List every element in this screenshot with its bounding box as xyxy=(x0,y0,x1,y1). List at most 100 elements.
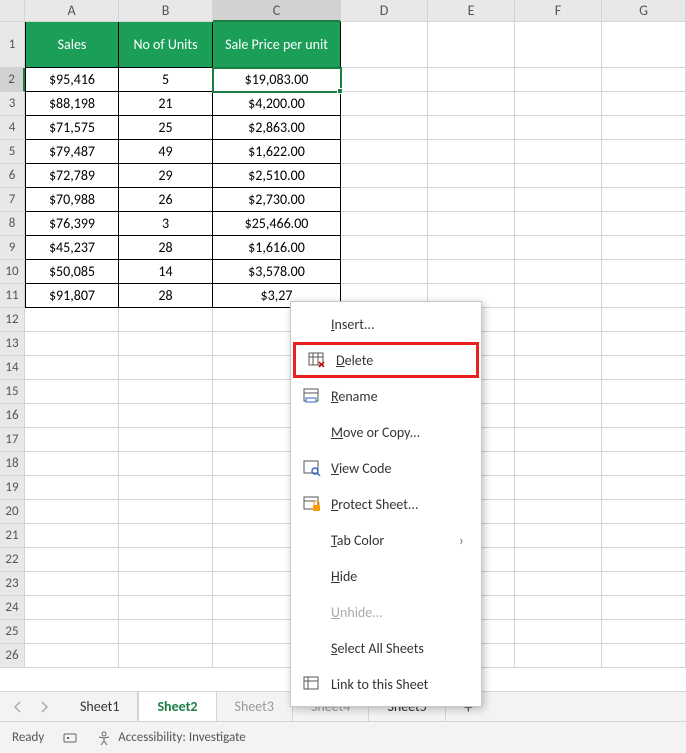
tab-next-button[interactable] xyxy=(34,697,54,717)
cell-F15[interactable] xyxy=(515,380,602,404)
header-units[interactable]: No of Units xyxy=(119,22,213,68)
row-header-25[interactable]: 25 xyxy=(0,620,25,644)
row-header-2[interactable]: 2 xyxy=(0,68,25,92)
cell-F3[interactable] xyxy=(515,92,602,116)
cell-D5[interactable] xyxy=(341,140,428,164)
cell-A5[interactable]: $79,487 xyxy=(25,140,119,164)
cell-G24[interactable] xyxy=(602,596,686,620)
cell-C6[interactable]: $2,510.00 xyxy=(213,164,341,188)
cell-G20[interactable] xyxy=(602,500,686,524)
cell-B26[interactable] xyxy=(119,644,213,668)
menu-item-tab-color[interactable]: Tab Color› xyxy=(291,522,481,558)
cell-D1[interactable] xyxy=(341,22,428,68)
cell-A19[interactable] xyxy=(25,476,119,500)
row-header-20[interactable]: 20 xyxy=(0,500,25,524)
macro-recorder-icon[interactable] xyxy=(62,730,78,746)
cell-A12[interactable] xyxy=(25,308,119,332)
col-header-C[interactable]: C xyxy=(213,0,341,22)
cell-A15[interactable] xyxy=(25,380,119,404)
cell-C10[interactable]: $3,578.00 xyxy=(213,260,341,284)
cell-A22[interactable] xyxy=(25,548,119,572)
cell-E5[interactable] xyxy=(428,140,515,164)
cell-B19[interactable] xyxy=(119,476,213,500)
cell-E8[interactable] xyxy=(428,212,515,236)
cell-A25[interactable] xyxy=(25,620,119,644)
tab-sheet2[interactable]: Sheet2 xyxy=(138,691,216,721)
cell-B3[interactable]: 21 xyxy=(119,92,213,116)
cell-G3[interactable] xyxy=(602,92,686,116)
cell-G15[interactable] xyxy=(602,380,686,404)
cell-B18[interactable] xyxy=(119,452,213,476)
cell-B16[interactable] xyxy=(119,404,213,428)
cell-A18[interactable] xyxy=(25,452,119,476)
cell-G1[interactable] xyxy=(602,22,686,68)
cell-B22[interactable] xyxy=(119,548,213,572)
cell-A24[interactable] xyxy=(25,596,119,620)
cell-G8[interactable] xyxy=(602,212,686,236)
cell-B15[interactable] xyxy=(119,380,213,404)
cell-D8[interactable] xyxy=(341,212,428,236)
cell-F25[interactable] xyxy=(515,620,602,644)
menu-item-move-or-copy[interactable]: Move or Copy... xyxy=(291,414,481,450)
cell-A10[interactable]: $50,085 xyxy=(25,260,119,284)
cell-A21[interactable] xyxy=(25,524,119,548)
cell-G7[interactable] xyxy=(602,188,686,212)
header-price[interactable]: Sale Price per unit xyxy=(213,22,341,68)
cell-D9[interactable] xyxy=(341,236,428,260)
cell-A26[interactable] xyxy=(25,644,119,668)
menu-item-insert[interactable]: Insert... xyxy=(291,306,481,342)
col-header-B[interactable]: B xyxy=(119,0,213,22)
row-header-19[interactable]: 19 xyxy=(0,476,25,500)
cell-G6[interactable] xyxy=(602,164,686,188)
cell-A8[interactable]: $76,399 xyxy=(25,212,119,236)
row-header-26[interactable]: 26 xyxy=(0,644,25,668)
cell-A4[interactable]: $71,575 xyxy=(25,116,119,140)
cell-B13[interactable] xyxy=(119,332,213,356)
menu-item-link-to-this-sheet[interactable]: Link to this Sheet xyxy=(291,666,481,702)
cell-G13[interactable] xyxy=(602,332,686,356)
cell-F26[interactable] xyxy=(515,644,602,668)
cell-C7[interactable]: $2,730.00 xyxy=(213,188,341,212)
row-header-15[interactable]: 15 xyxy=(0,380,25,404)
cell-B23[interactable] xyxy=(119,572,213,596)
cell-D7[interactable] xyxy=(341,188,428,212)
menu-item-hide[interactable]: Hide xyxy=(291,558,481,594)
cell-G5[interactable] xyxy=(602,140,686,164)
cell-F24[interactable] xyxy=(515,596,602,620)
cell-E7[interactable] xyxy=(428,188,515,212)
cell-B9[interactable]: 28 xyxy=(119,236,213,260)
row-header-23[interactable]: 23 xyxy=(0,572,25,596)
cell-B10[interactable]: 14 xyxy=(119,260,213,284)
menu-item-select-all-sheets[interactable]: Select All Sheets xyxy=(291,630,481,666)
cell-F8[interactable] xyxy=(515,212,602,236)
cell-G19[interactable] xyxy=(602,476,686,500)
cell-B12[interactable] xyxy=(119,308,213,332)
cell-F20[interactable] xyxy=(515,500,602,524)
cell-C3[interactable]: $4,200.00 xyxy=(213,92,341,116)
col-header-E[interactable]: E xyxy=(428,0,515,22)
cell-E3[interactable] xyxy=(428,92,515,116)
header-sales[interactable]: Sales xyxy=(25,22,119,68)
cell-E4[interactable] xyxy=(428,116,515,140)
row-header-14[interactable]: 14 xyxy=(0,356,25,380)
cell-B11[interactable]: 28 xyxy=(119,284,213,308)
row-header-8[interactable]: 8 xyxy=(0,212,25,236)
cell-D4[interactable] xyxy=(341,116,428,140)
cell-F22[interactable] xyxy=(515,548,602,572)
cell-E2[interactable] xyxy=(428,68,515,92)
cell-B5[interactable]: 49 xyxy=(119,140,213,164)
cell-B8[interactable]: 3 xyxy=(119,212,213,236)
cell-A2[interactable]: $95,416 xyxy=(25,68,119,92)
cell-B2[interactable]: 5 xyxy=(119,68,213,92)
cell-A3[interactable]: $88,198 xyxy=(25,92,119,116)
col-header-F[interactable]: F xyxy=(515,0,602,22)
tab-prev-button[interactable] xyxy=(8,697,28,717)
row-header-22[interactable]: 22 xyxy=(0,548,25,572)
cell-E6[interactable] xyxy=(428,164,515,188)
cell-G22[interactable] xyxy=(602,548,686,572)
cell-A17[interactable] xyxy=(25,428,119,452)
cell-F14[interactable] xyxy=(515,356,602,380)
cell-G18[interactable] xyxy=(602,452,686,476)
cell-C2[interactable]: $19,083.00 xyxy=(213,68,341,92)
cell-B7[interactable]: 26 xyxy=(119,188,213,212)
